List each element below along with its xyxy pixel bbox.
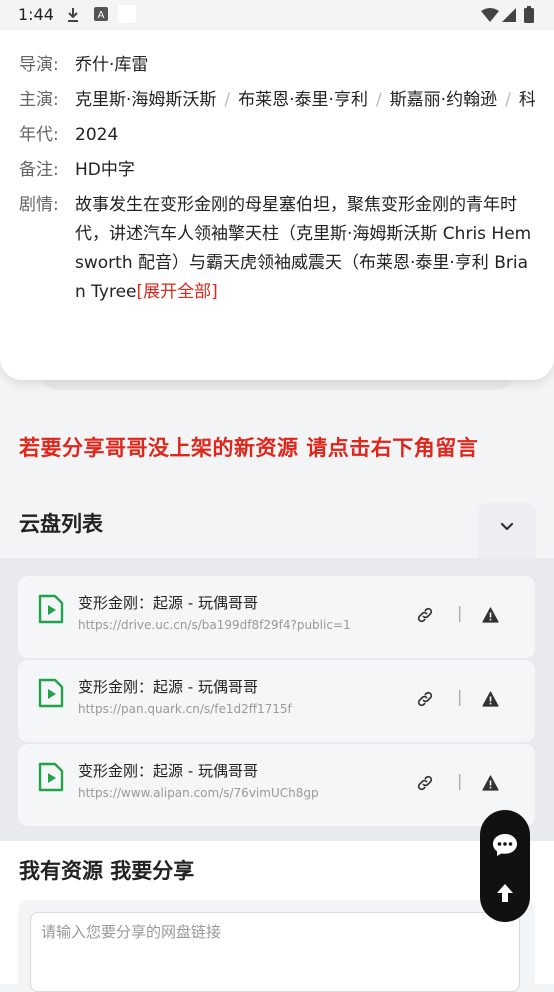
share-box: [18, 900, 535, 992]
cast-name[interactable]: 斯嘉丽·约翰逊: [390, 90, 497, 110]
link-icon[interactable]: [416, 690, 434, 708]
play-file-icon: [38, 594, 64, 624]
floating-action-bar: [480, 810, 530, 922]
note-value: HD中字: [75, 160, 135, 180]
movie-info-card: 导演: 乔什·库雷 主演: 克里斯·海姆斯沃斯 / 布莱恩·泰里·亨利 / 斯嘉丽·约翰…: [0, 30, 554, 380]
cloud-list: 变形金刚：起源 - 玩偶哥哥 https://drive.uc.cn/s/ba1…: [0, 558, 554, 841]
download-icon: [68, 8, 78, 22]
wifi-icon: [481, 8, 499, 22]
divider: |: [457, 771, 463, 790]
plot-label: 剧情:: [19, 195, 59, 215]
year-value: 2024: [75, 125, 119, 145]
list-item[interactable]: 变形金刚：起源 - 玩偶哥哥 https://www.alipan.com/s/…: [18, 744, 535, 826]
chevron-down-icon: [500, 522, 514, 531]
divider: |: [457, 603, 463, 622]
director-label: 导演:: [19, 55, 59, 75]
share-link-input[interactable]: [30, 912, 520, 992]
year-row: 年代: 2024: [19, 121, 118, 150]
arrow-up-icon[interactable]: [495, 882, 515, 904]
resource-title: 变形金刚：起源 - 玩偶哥哥: [78, 594, 258, 612]
resource-url[interactable]: https://www.alipan.com/s/76vimUCh8gp: [78, 786, 319, 800]
app-a-icon: A: [94, 7, 108, 21]
link-icon[interactable]: [416, 774, 434, 792]
director-value: 乔什·库雷: [75, 55, 149, 75]
list-item[interactable]: 变形金刚：起源 - 玩偶哥哥 https://drive.uc.cn/s/ba1…: [18, 576, 535, 658]
warning-icon[interactable]: [482, 691, 499, 707]
year-label: 年代:: [19, 125, 59, 145]
resource-url[interactable]: https://pan.quark.cn/s/fe1d2ff1715f: [78, 702, 292, 716]
expand-all-link[interactable]: [展开全部]: [137, 282, 218, 302]
plot-value: 故事发生在变形金刚的母星塞伯坦，聚焦变形金刚的青年时代，讲述汽车人领袖擎天柱（克…: [75, 191, 535, 307]
cloud-list-title: 云盘列表: [19, 512, 103, 536]
share-notice: 若要分享哥哥没上架的新资源 请点击右下角留言: [19, 436, 479, 460]
chat-icon[interactable]: [491, 832, 519, 858]
signal-icon: [502, 8, 516, 22]
warning-icon[interactable]: [482, 607, 499, 623]
share-title: 我有资源 我要分享: [19, 859, 195, 883]
cast-name[interactable]: 科...: [519, 90, 535, 110]
status-bar: 1:44 A: [0, 0, 554, 30]
note-label: 备注:: [19, 160, 59, 180]
play-file-icon: [38, 762, 64, 792]
play-file-icon: [38, 678, 64, 708]
plot-row: 剧情: 故事发生在变形金刚的母星塞伯坦，聚焦变形金刚的青年时代，讲述汽车人领袖擎…: [19, 191, 535, 307]
cast-row: 主演: 克里斯·海姆斯沃斯/布莱恩·泰里·亨利/斯嘉丽·约翰逊/科...: [19, 86, 535, 115]
status-time: 1:44: [18, 5, 54, 24]
svg-text:A: A: [98, 10, 105, 21]
blank-notification-icon: [118, 5, 136, 23]
divider: |: [457, 687, 463, 706]
link-icon[interactable]: [416, 606, 434, 624]
share-section: 我有资源 我要分享: [0, 841, 554, 992]
battery-icon: [524, 6, 534, 23]
list-item[interactable]: 变形金刚：起源 - 玩偶哥哥 https://pan.quark.cn/s/fe…: [18, 660, 535, 742]
warning-icon[interactable]: [482, 775, 499, 791]
cast-value: 克里斯·海姆斯沃斯/布莱恩·泰里·亨利/斯嘉丽·约翰逊/科...: [75, 86, 535, 115]
cast-name[interactable]: 布莱恩·泰里·亨利: [238, 90, 368, 110]
note-row: 备注: HD中字: [19, 156, 135, 185]
resource-title: 变形金刚：起源 - 玩偶哥哥: [78, 762, 258, 780]
resource-url[interactable]: https://drive.uc.cn/s/ba199df8f29f4?publ…: [78, 618, 351, 632]
cast-label: 主演:: [19, 90, 59, 110]
cast-name[interactable]: 克里斯·海姆斯沃斯: [75, 90, 216, 110]
resource-title: 变形金刚：起源 - 玩偶哥哥: [78, 678, 258, 696]
director-row: 导演: 乔什·库雷: [19, 51, 148, 80]
collapse-toggle-button[interactable]: [478, 503, 536, 559]
